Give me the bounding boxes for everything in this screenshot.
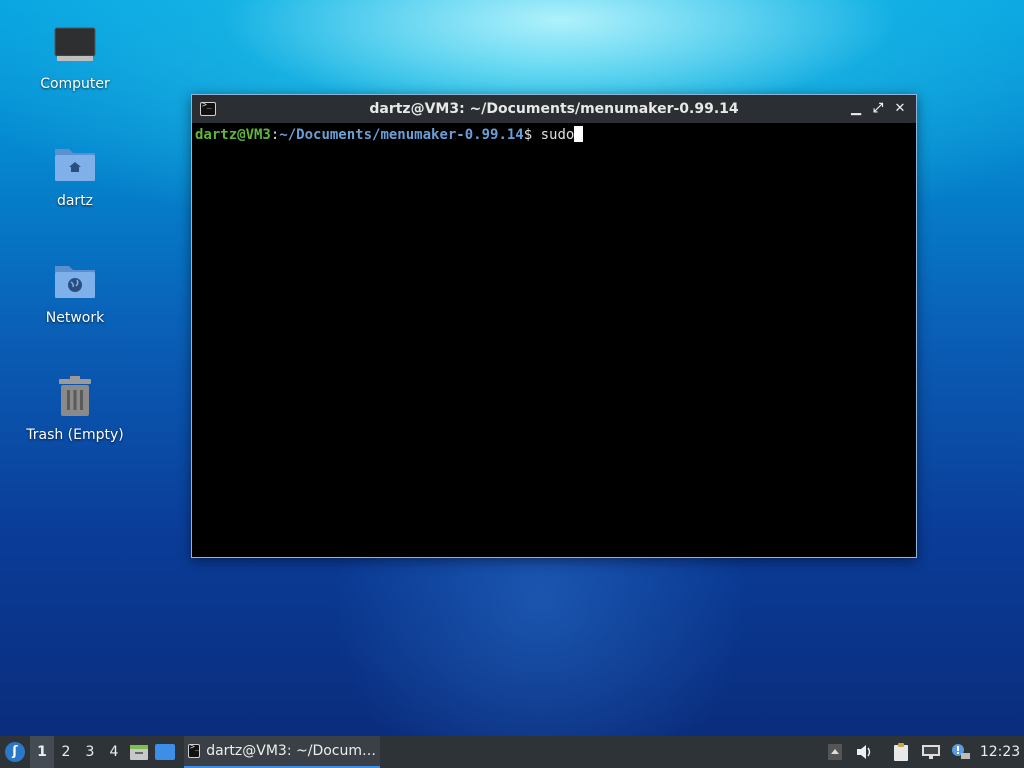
command-input[interactable]: sudo xyxy=(541,127,575,143)
workspace-4[interactable]: 4 xyxy=(102,736,126,768)
desktop-icon-network[interactable]: Network xyxy=(20,256,130,326)
chevron-up-icon xyxy=(828,744,842,760)
desktop-icon-computer[interactable]: Computer xyxy=(20,22,130,92)
notification-button[interactable] xyxy=(946,736,976,768)
tray-expand-button[interactable] xyxy=(820,736,850,768)
window-titlebar[interactable]: dartz@VM3: ~/Documents/menumaker-0.99.14… xyxy=(192,95,916,123)
workspace-3[interactable]: 3 xyxy=(78,736,102,768)
maximize-button[interactable]: ⤢ xyxy=(870,101,886,117)
volume-icon xyxy=(857,745,871,759)
clock[interactable]: 12:23 xyxy=(976,744,1024,760)
workspace-1[interactable]: 1 xyxy=(30,736,54,768)
clipboard-button[interactable] xyxy=(886,736,916,768)
desktop-icon-label: Computer xyxy=(40,76,110,92)
desktop-icon-label: Trash (Empty) xyxy=(26,427,124,443)
home-folder-icon xyxy=(51,139,99,187)
lxqt-logo-icon: ʃ xyxy=(5,742,25,762)
terminal-icon xyxy=(188,742,201,758)
prompt-user-host: dartz@VM3 xyxy=(195,127,271,143)
window-title: dartz@VM3: ~/Documents/menumaker-0.99.14 xyxy=(369,101,739,117)
trash-icon xyxy=(51,373,99,421)
minimize-button[interactable]: ▁ xyxy=(848,101,864,117)
desktop-icon-label: dartz xyxy=(56,193,94,209)
computer-icon xyxy=(51,22,99,70)
close-button[interactable]: ✕ xyxy=(892,101,908,117)
prompt-symbol: $ xyxy=(523,127,541,143)
network-icon xyxy=(922,745,940,759)
terminal-output[interactable]: dartz@VM3:~/Documents/menumaker-0.99.14$… xyxy=(192,123,916,146)
file-manager-launcher[interactable] xyxy=(126,736,152,768)
desktop-icon-label: Network xyxy=(45,310,105,326)
network-folder-icon xyxy=(51,256,99,304)
volume-button[interactable] xyxy=(850,736,880,768)
workspace-2[interactable]: 2 xyxy=(54,736,78,768)
task-label: dartz@VM3: ~/Docum… xyxy=(206,743,376,759)
task-terminal[interactable]: dartz@VM3: ~/Docum… xyxy=(184,736,380,768)
terminal-icon xyxy=(200,100,216,116)
terminal-window[interactable]: dartz@VM3: ~/Documents/menumaker-0.99.14… xyxy=(191,94,917,558)
desktop-icon xyxy=(155,744,175,760)
network-status-button[interactable] xyxy=(916,736,946,768)
notification-icon xyxy=(952,744,970,759)
show-desktop-button[interactable] xyxy=(152,736,178,768)
start-menu-button[interactable]: ʃ xyxy=(0,736,30,768)
desktop-icon-home[interactable]: dartz xyxy=(20,139,130,209)
text-cursor xyxy=(574,126,584,142)
taskbar: ʃ 1 2 3 4 dartz@VM3: ~/Docum… xyxy=(0,736,1024,768)
prompt-path: ~/Documents/menumaker-0.99.14 xyxy=(279,127,524,143)
clipboard-icon xyxy=(894,743,908,761)
desktop-icon-trash[interactable]: Trash (Empty) xyxy=(20,373,130,443)
file-manager-icon xyxy=(130,745,148,760)
